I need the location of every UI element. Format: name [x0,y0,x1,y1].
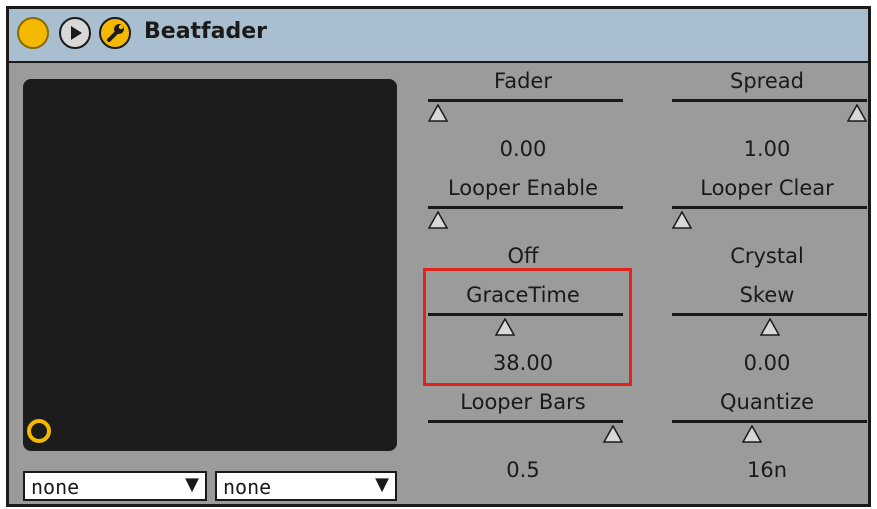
looper-clear-slider[interactable]: Looper Clear Crystal [667,176,867,284]
device-panel: Beatfader none ▼ none ▼ Fader 0.00 Sprea… [6,6,871,507]
spread-label: Spread [730,69,804,93]
looper-enable-value: Off [507,244,539,268]
looper-bars-track [428,420,623,423]
quantize-slider[interactable]: Quantize 16n [667,390,867,498]
skew-slider[interactable]: Skew 0.00 [667,283,867,391]
skew-label: Skew [739,283,795,307]
device-title-bar: Beatfader [9,9,868,63]
spread-slider[interactable]: Spread 1.00 [667,69,867,177]
looper-bars-thumb[interactable] [603,425,623,443]
dropdown-arrow-icon: ▼ [185,474,199,495]
dropdown-arrow-icon: ▼ [375,474,389,495]
spread-thumb[interactable] [847,104,867,122]
fader-label: Fader [494,69,552,93]
left-dropdown-value: none [31,475,80,499]
xy-pad-handle[interactable] [27,419,51,443]
spread-value: 1.00 [743,137,791,161]
xy-pad[interactable] [23,79,397,451]
looper-bars-value: 0.5 [506,458,540,482]
fader-track [428,99,623,102]
power-toggle-button[interactable] [17,17,49,49]
looper-clear-label: Looper Clear [700,176,834,200]
looper-enable-track [428,206,623,209]
looper-enable-thumb[interactable] [428,211,448,229]
quantize-value: 16n [746,458,788,482]
quantize-track [672,420,867,423]
looper-bars-slider[interactable]: Looper Bars 0.5 [423,390,623,498]
quantize-thumb[interactable] [742,425,762,443]
wrench-icon [107,24,124,42]
grace-time-highlight-box [423,268,632,386]
right-dropdown[interactable]: none ▼ [215,471,397,501]
wrench-settings-button[interactable] [99,17,131,49]
fader-slider[interactable]: Fader 0.00 [423,69,623,177]
fader-thumb[interactable] [428,104,448,122]
left-dropdown[interactable]: none ▼ [23,471,207,501]
looper-bars-label: Looper Bars [460,390,586,414]
looper-clear-value: Crystal [730,244,804,268]
looper-enable-label: Looper Enable [447,176,599,200]
device-title: Beatfader [144,19,267,44]
play-button[interactable] [59,17,91,49]
skew-track [672,313,867,316]
looper-clear-track [672,206,867,209]
fader-value: 0.00 [499,137,547,161]
spread-track [672,99,867,102]
looper-clear-thumb[interactable] [672,211,692,229]
play-icon [71,26,82,40]
skew-thumb[interactable] [759,318,780,336]
right-dropdown-value: none [223,475,272,499]
quantize-label: Quantize [719,390,815,414]
skew-value: 0.00 [743,351,791,375]
